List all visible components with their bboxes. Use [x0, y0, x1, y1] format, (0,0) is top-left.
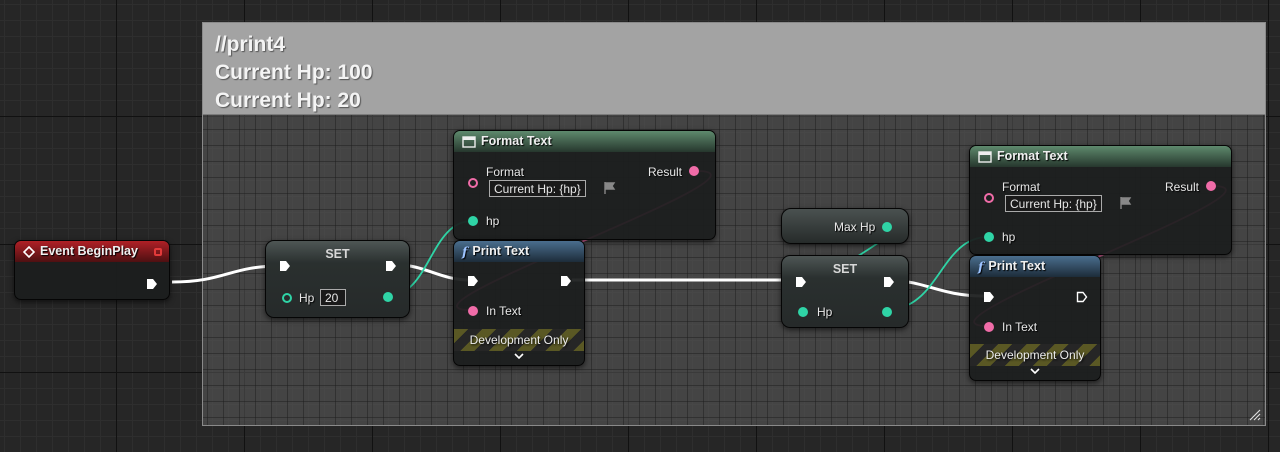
exec-in-pin[interactable]	[795, 276, 807, 288]
format-text-2-header[interactable]: Format Text	[970, 146, 1231, 167]
format-input-pin[interactable]	[984, 193, 994, 203]
print-text-2-header[interactable]: f Print Text	[970, 256, 1100, 277]
blueprint-graph-canvas[interactable]: //print4 Current Hp: 100 Current Hp: 20 …	[0, 0, 1280, 452]
max-hp-output-pin[interactable]	[882, 222, 892, 232]
exec-out-pin-unconnected[interactable]	[1076, 291, 1088, 303]
hp-input-pin[interactable]	[798, 307, 808, 317]
flag-icon[interactable]	[1118, 196, 1132, 210]
exec-out-pin[interactable]	[883, 276, 895, 288]
max-hp-label: Max Hp	[834, 220, 876, 234]
comment-header[interactable]: //print4 Current Hp: 100 Current Hp: 20	[203, 23, 1265, 115]
in-text-input-pin[interactable]	[468, 306, 478, 316]
exec-in-pin[interactable]	[279, 260, 291, 272]
in-text-pin-label: In Text	[1002, 320, 1038, 334]
print-text-node-1[interactable]: f Print Text In Text Development Only	[453, 240, 585, 366]
comment-line-1: //print4	[215, 33, 286, 56]
delegate-square-icon[interactable]	[154, 248, 162, 256]
format-text-1-header[interactable]: Format Text	[454, 131, 715, 152]
print-text-2-title: Print Text	[988, 259, 1046, 273]
hp-value-input[interactable]: 20	[320, 289, 346, 306]
hp-pin-label: Hp	[817, 305, 833, 319]
comment-line-2: Current Hp: 100	[215, 61, 373, 84]
hp-pin-label: Hp	[299, 291, 315, 305]
pure-function-icon	[462, 136, 476, 148]
set-node-2-title: SET	[832, 262, 858, 276]
in-text-input-pin[interactable]	[984, 322, 994, 332]
resize-grip-icon[interactable]	[1249, 409, 1261, 421]
development-only-banner: Development Only	[970, 344, 1100, 366]
format-pin-label: Format	[1002, 180, 1041, 194]
exec-out-pin[interactable]	[560, 275, 572, 287]
format-text-node-1[interactable]: Format Text Format Current Hp: {hp} Resu…	[453, 130, 716, 240]
hp-output-pin[interactable]	[383, 292, 393, 302]
set-node-1-title: SET	[325, 247, 350, 261]
hp-input-pin[interactable]	[282, 293, 292, 303]
format-input-pin[interactable]	[468, 178, 478, 188]
function-icon: f	[462, 244, 468, 260]
result-output-pin[interactable]	[689, 166, 699, 176]
exec-in-pin[interactable]	[467, 275, 479, 287]
event-beginplay-title: Event BeginPlay	[40, 244, 138, 258]
function-icon: f	[978, 259, 984, 275]
format-text-2-title: Format Text	[997, 149, 1068, 163]
chevron-down-icon[interactable]	[1030, 367, 1040, 375]
hp-pin-label: hp	[486, 214, 500, 228]
hp-input-pin[interactable]	[468, 216, 478, 226]
print-text-1-title: Print Text	[472, 244, 530, 258]
print-text-node-2[interactable]: f Print Text In Text Development Only	[969, 255, 1101, 381]
event-diamond-icon	[23, 245, 35, 258]
format-value-input[interactable]: Current Hp: {hp}	[1005, 195, 1102, 212]
set-hp-node-1[interactable]: SET Hp 20	[265, 240, 410, 318]
get-max-hp-node[interactable]: Max Hp	[781, 208, 909, 244]
format-pin-label: Format	[486, 165, 525, 179]
comment-line-3: Current Hp: 20	[215, 89, 361, 112]
format-value-input[interactable]: Current Hp: {hp}	[489, 180, 586, 197]
hp-input-pin[interactable]	[984, 232, 994, 242]
hp-output-pin[interactable]	[882, 307, 892, 317]
result-pin-label: Result	[648, 165, 683, 179]
event-beginplay-node[interactable]: Event BeginPlay	[14, 240, 170, 300]
hp-pin-label: hp	[1002, 230, 1016, 244]
chevron-down-icon[interactable]	[514, 352, 524, 360]
set-hp-node-2[interactable]: SET Hp	[781, 255, 909, 328]
exec-out-pin[interactable]	[385, 260, 397, 272]
event-beginplay-header[interactable]: Event BeginPlay	[15, 241, 169, 262]
format-text-1-title: Format Text	[481, 134, 552, 148]
format-text-node-2[interactable]: Format Text Format Current Hp: {hp} Resu…	[969, 145, 1232, 255]
print-text-1-header[interactable]: f Print Text	[454, 241, 584, 262]
result-pin-label: Result	[1165, 180, 1200, 194]
exec-out-pin[interactable]	[146, 278, 158, 290]
in-text-pin-label: In Text	[486, 304, 522, 318]
result-output-pin[interactable]	[1206, 181, 1216, 191]
flag-icon[interactable]	[602, 181, 616, 195]
pure-function-icon	[978, 151, 992, 163]
exec-in-pin[interactable]	[983, 291, 995, 303]
development-only-banner: Development Only	[454, 329, 584, 351]
